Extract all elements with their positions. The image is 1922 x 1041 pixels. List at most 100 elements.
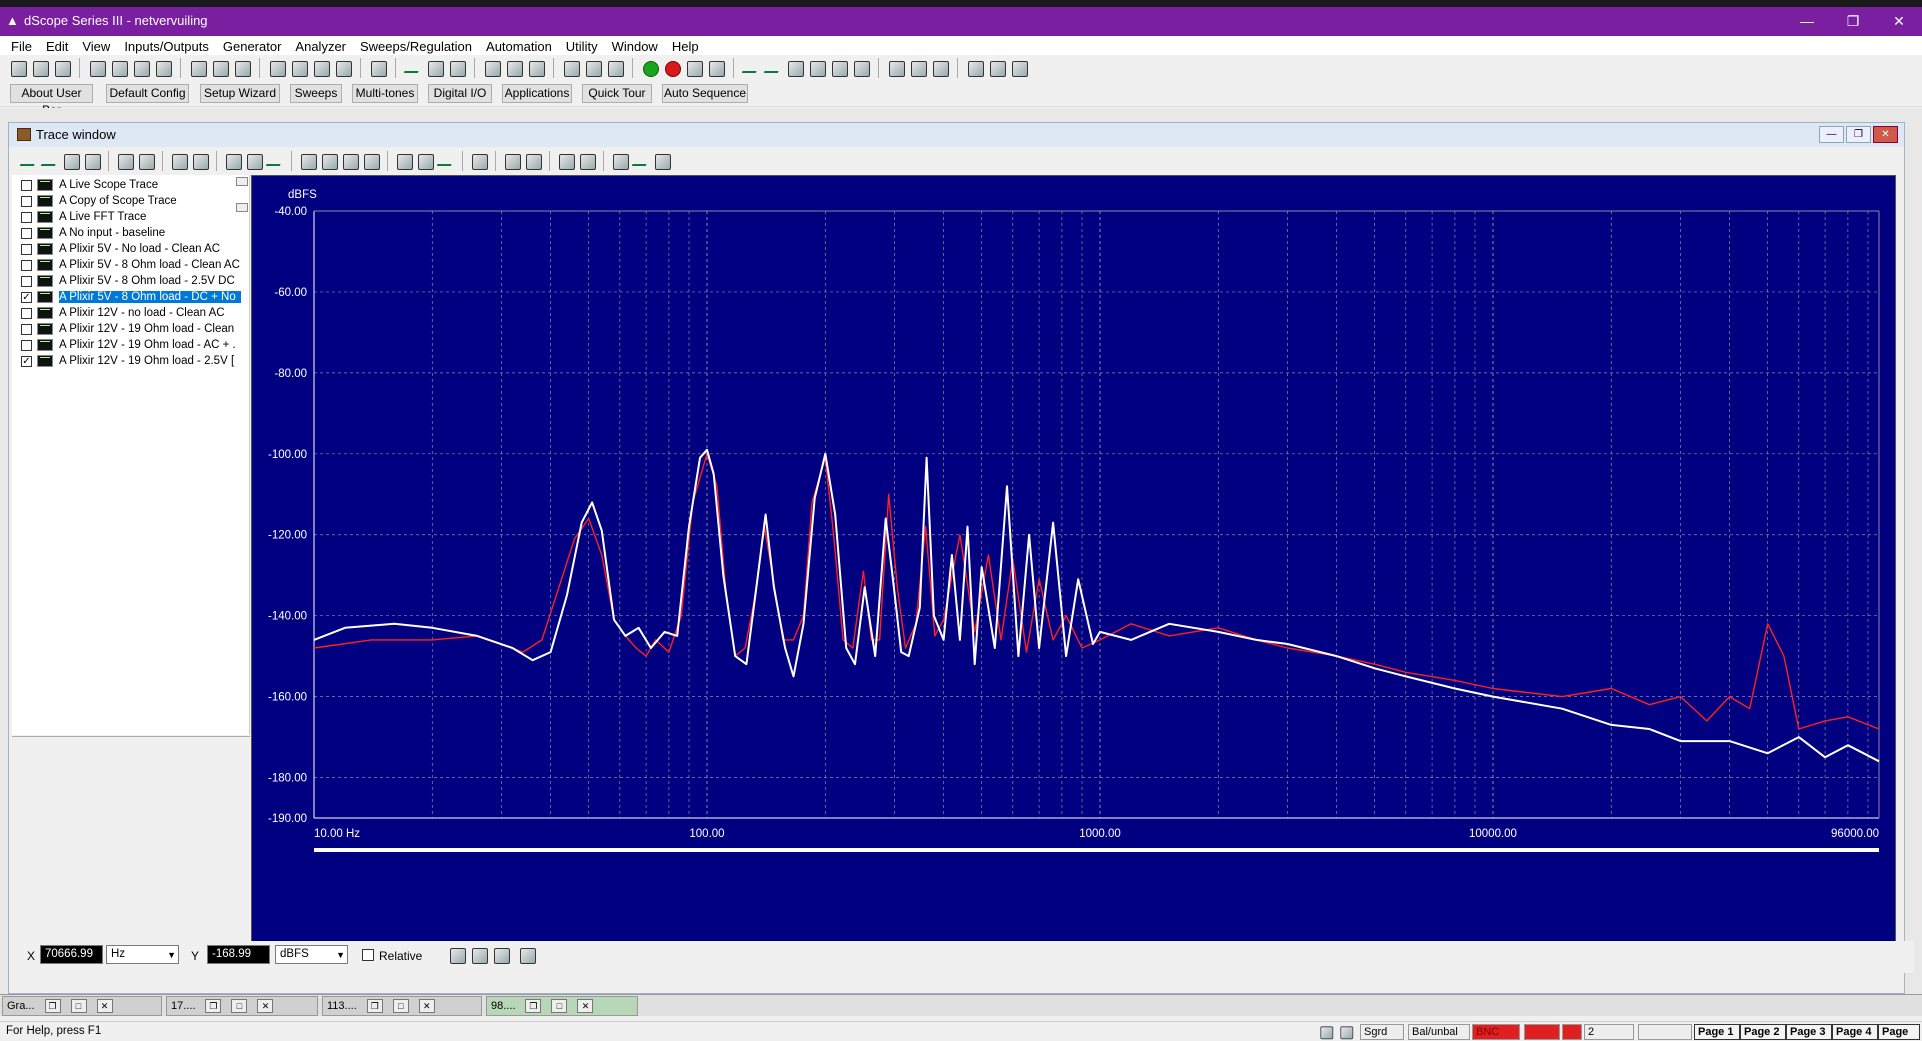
cursor-icon[interactable]	[829, 58, 849, 78]
script-1-icon[interactable]	[886, 58, 906, 78]
trace-copy-icon[interactable]	[40, 151, 60, 171]
graph-axes-icon[interactable]	[190, 151, 210, 171]
trace-visible-checkbox[interactable]	[21, 243, 32, 255]
export-dropdown-icon[interactable]	[987, 58, 1007, 78]
close-button[interactable]: ✕	[1876, 7, 1922, 36]
input-d-icon[interactable]	[333, 58, 353, 78]
trace-row[interactable]: A Plixir 12V - 19 Ohm load - AC + .	[12, 337, 250, 353]
record-icon[interactable]	[662, 58, 682, 78]
trace-window-close-button[interactable]: ✕	[1873, 126, 1898, 143]
marker-2-icon[interactable]	[319, 151, 339, 171]
quick-tour-button[interactable]: Quick Tour	[582, 84, 652, 103]
restore-icon[interactable]: ❐	[44, 999, 61, 1014]
trace-visible-checkbox[interactable]	[21, 227, 32, 239]
script-2-icon[interactable]	[908, 58, 928, 78]
trace-visible-checkbox[interactable]: ✓	[21, 355, 32, 367]
marker-3-icon[interactable]	[340, 151, 360, 171]
trace-paste-icon[interactable]	[82, 151, 102, 171]
cursor-tool-1-icon[interactable]	[447, 945, 467, 965]
auto-sequence-button[interactable]: Auto Sequence	[662, 84, 748, 103]
scope-wave-icon[interactable]	[403, 58, 423, 78]
close-icon[interactable]: ✕	[257, 999, 274, 1014]
trace-row[interactable]: A Plixir 5V - No load - Clean AC	[12, 241, 250, 257]
cursor-tool-2-icon[interactable]	[469, 945, 489, 965]
page-5-tab[interactable]: Page 5	[1878, 1024, 1920, 1040]
print-graph-icon[interactable]	[469, 151, 489, 171]
cursor-move-icon[interactable]	[577, 151, 597, 171]
task-98[interactable]: 98.... ❐ □ ✕	[486, 996, 638, 1016]
trace-visible-checkbox[interactable]	[21, 195, 32, 207]
mute-all-icon[interactable]	[232, 58, 252, 78]
meter-3-icon[interactable]	[605, 58, 625, 78]
bars-1-icon[interactable]	[785, 58, 805, 78]
cursor-tool-3-icon[interactable]	[491, 945, 511, 965]
chart-icon[interactable]	[851, 58, 871, 78]
about-user-bar-button[interactable]: About User Bar	[10, 84, 93, 117]
graph-view-icon[interactable]	[115, 151, 135, 171]
trace-load-icon[interactable]	[19, 151, 39, 171]
y-cursor-value[interactable]: -168.99	[207, 945, 270, 964]
analyzer-2-icon[interactable]	[504, 58, 524, 78]
trace-row[interactable]: A Plixir 5V - 8 Ohm load - Clean AC	[12, 257, 250, 273]
applications-button[interactable]: Applications	[502, 84, 572, 103]
trace-row[interactable]: A Plixir 12V - no load - Clean AC	[12, 305, 250, 321]
trace-row[interactable]: ✓ A Plixir 5V - 8 Ohm load - DC + No	[12, 289, 250, 305]
graph-settings-icon[interactable]	[136, 151, 156, 171]
zoom-fit-icon[interactable]	[436, 151, 456, 171]
scope-off-icon[interactable]	[447, 58, 467, 78]
default-config-button[interactable]: Default Config	[106, 84, 189, 103]
zoom-x-icon[interactable]	[223, 151, 243, 171]
sweep-icon[interactable]	[684, 58, 704, 78]
minimize-button[interactable]: —	[1784, 7, 1830, 36]
restore-icon[interactable]: ❐	[205, 999, 222, 1014]
trace-save-icon[interactable]	[61, 151, 81, 171]
fft-graph[interactable]: -40.00 -60.00 -80.00 -100.00 -120.00 -140.00 -…	[251, 175, 1896, 947]
trace-row[interactable]: A Plixir 5V - 8 Ohm load - 2.5V DC	[12, 273, 250, 289]
maximize-icon[interactable]: □	[392, 999, 409, 1014]
page-4-tab[interactable]: Page 4	[1832, 1024, 1878, 1040]
meter-2-icon[interactable]	[583, 58, 603, 78]
bars-2-icon[interactable]	[807, 58, 827, 78]
save-all-icon[interactable]	[52, 58, 72, 78]
page-2-tab[interactable]: Page 2	[1740, 1024, 1786, 1040]
setup-wizard-button[interactable]: Setup Wizard	[200, 84, 280, 103]
trace-row[interactable]: A No input - baseline	[12, 225, 250, 241]
valley-icon[interactable]	[523, 151, 543, 171]
fft-icon[interactable]	[706, 58, 726, 78]
print-icon[interactable]	[1009, 58, 1029, 78]
restore-icon[interactable]: ❐	[366, 999, 383, 1014]
task-113[interactable]: 113.... ❐ □ ✕	[322, 996, 482, 1016]
marker-4-icon[interactable]	[361, 151, 381, 171]
trace-row[interactable]: A Live FFT Trace	[12, 209, 250, 225]
input-b-icon[interactable]	[289, 58, 309, 78]
close-icon[interactable]: ✕	[418, 999, 435, 1014]
trace-row[interactable]: A Copy of Scope Trace	[12, 193, 250, 209]
trace-visible-checkbox[interactable]	[21, 323, 32, 335]
trace-visible-checkbox[interactable]	[21, 179, 32, 191]
generator-out-icon[interactable]	[87, 58, 107, 78]
maximize-icon[interactable]: □	[231, 999, 248, 1014]
trace-row[interactable]: A Live Scope Trace	[12, 177, 250, 193]
zoom-out-icon[interactable]	[415, 151, 435, 171]
y-unit-select[interactable]: dBFS ▼	[275, 945, 348, 964]
digital-io-button[interactable]: Digital I/O	[428, 84, 492, 103]
output-b-icon[interactable]	[131, 58, 151, 78]
restore-icon[interactable]: ❐	[525, 999, 542, 1014]
meter-1-icon[interactable]	[561, 58, 581, 78]
maximize-icon[interactable]: □	[551, 999, 568, 1014]
scope-x-icon[interactable]	[425, 58, 445, 78]
trace-window-minimize-button[interactable]: —	[1819, 126, 1844, 143]
trace-visible-checkbox[interactable]	[21, 259, 32, 271]
reset-icon[interactable]	[368, 58, 388, 78]
open-icon[interactable]	[8, 58, 28, 78]
smooth-icon[interactable]	[610, 151, 630, 171]
trace-visible-checkbox[interactable]: ✓	[21, 291, 32, 303]
trace-1-icon[interactable]	[741, 58, 761, 78]
peak-icon[interactable]	[502, 151, 522, 171]
trace-row[interactable]: ✓ A Plixir 12V - 19 Ohm load - 2.5V [	[12, 353, 250, 369]
mute-in-icon[interactable]	[210, 58, 230, 78]
analyzer-1-icon[interactable]	[482, 58, 502, 78]
trace-window-maximize-button[interactable]: ❐	[1846, 126, 1871, 143]
average-icon[interactable]	[631, 151, 651, 171]
trace-2-icon[interactable]	[763, 58, 783, 78]
